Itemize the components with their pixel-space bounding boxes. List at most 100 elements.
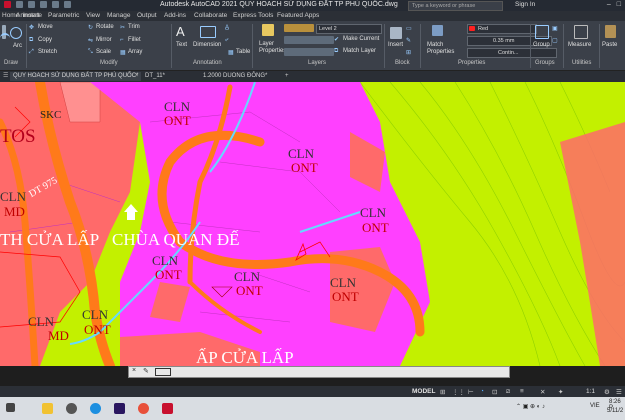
edge-browser-icon[interactable] — [90, 403, 101, 414]
dimension-icon[interactable] — [200, 26, 216, 38]
premiere-icon[interactable] — [114, 403, 125, 414]
stretch-button[interactable]: Stretch — [38, 49, 57, 55]
annotation-scale-icon[interactable]: ✦ — [558, 388, 563, 396]
color-dropdown[interactable]: Red — [467, 24, 537, 34]
text-button[interactable]: Text — [176, 42, 187, 48]
move-button[interactable]: Move — [38, 24, 53, 30]
osnap-icon[interactable]: ⊡ — [492, 388, 497, 396]
file-explorer-icon[interactable] — [42, 403, 53, 414]
add-tab-icon[interactable]: + — [282, 72, 292, 81]
rotate-button[interactable]: Rotate — [96, 24, 114, 30]
place-name-ap-cua-lap: ẤP CỬA LẤP — [196, 348, 294, 366]
clock-date[interactable]: 5/11/2 — [607, 408, 623, 414]
windows-taskbar: ⌃ ▣ ⊕ ◐ ♪ VIE 8:26 P 5/11/2 — [0, 397, 625, 420]
trim-button[interactable]: Trim — [128, 24, 140, 30]
land-label-cln: CLN — [82, 307, 108, 322]
chrome-icon[interactable] — [138, 403, 149, 414]
tray-icons[interactable]: ⌃ ▣ ⊕ ◐ ♪ — [516, 403, 545, 410]
command-close-icon[interactable]: × — [132, 367, 136, 374]
layer-properties-icon[interactable] — [262, 24, 274, 36]
text-icon[interactable]: A — [176, 25, 187, 38]
save-icon[interactable] — [40, 1, 47, 8]
utilities-panel-label[interactable]: Utilities — [572, 60, 591, 66]
tab-parametric[interactable]: Parametric — [48, 12, 79, 19]
arc-icon[interactable] — [0, 33, 10, 43]
copy-button[interactable]: Copy — [38, 37, 52, 43]
block-panel-label[interactable]: Block — [395, 60, 410, 66]
match-layer-button[interactable]: Match Layer — [343, 48, 376, 54]
windows-start-icon[interactable] — [6, 403, 15, 412]
insert-block-icon[interactable] — [390, 27, 402, 39]
dimension-button[interactable]: Dimension — [193, 42, 221, 48]
linetype-dropdown[interactable]: Contin... — [467, 48, 557, 58]
place-name-tos: TOS — [0, 126, 36, 147]
new-file-icon[interactable] — [16, 1, 23, 8]
ribbon: Arc Draw ✥ Move ↻ Rotate ✂ Trim ⧉ Copy ⇋… — [0, 21, 625, 71]
annotation-visibility-icon[interactable]: ✕ — [540, 388, 545, 396]
measure-button[interactable]: Measure — [568, 42, 591, 48]
lineweight-icon[interactable]: ≡ — [520, 388, 524, 395]
app-menu-icon[interactable] — [4, 1, 11, 8]
measure-icon[interactable] — [574, 25, 588, 39]
circle-icon[interactable] — [10, 27, 22, 39]
search-input[interactable]: Type a keyword or phrase — [408, 1, 503, 11]
model-space-toggle[interactable]: MODEL — [412, 388, 435, 395]
tab-annotate[interactable]: Annotate — [16, 12, 42, 19]
customize-icon[interactable]: ☰ — [616, 388, 622, 396]
layer-dropdown[interactable]: Level 2 — [316, 24, 382, 34]
make-current-button[interactable]: Make Current — [343, 36, 379, 42]
arc-button[interactable]: Arc — [13, 43, 22, 49]
tab-add-ins[interactable]: Add-ins — [164, 12, 186, 19]
annotation-panel-label[interactable]: Annotation — [193, 60, 222, 66]
tab-view[interactable]: View — [86, 12, 100, 19]
maximize-icon[interactable]: □ — [617, 1, 621, 8]
paste-icon[interactable] — [605, 25, 616, 38]
fillet-button[interactable]: Fillet — [128, 37, 141, 43]
tab-manage[interactable]: Manage — [107, 12, 131, 19]
tab-collaborate[interactable]: Collaborate — [194, 12, 227, 19]
snap-icon[interactable]: ⋮⋮ — [452, 388, 465, 396]
drawing-canvas[interactable]: SKC CLN ONT CLN ONT CLN ONT CLN ONT CLN … — [0, 82, 625, 366]
doc-tab-quy-hoach[interactable]: QUY HOACH SỬ DỤNG ĐẤT TP PHÚ QUỐC* — [10, 72, 142, 81]
language-indicator[interactable]: VIE — [590, 403, 600, 409]
tab-output[interactable]: Output — [137, 12, 157, 19]
command-line[interactable]: × ✎ — [128, 366, 510, 378]
paste-button[interactable]: Paste — [602, 42, 617, 48]
tab-express-tools[interactable]: Express Tools — [233, 12, 273, 19]
autocad-icon[interactable] — [162, 403, 173, 414]
table-button[interactable]: Table — [236, 49, 250, 55]
array-button[interactable]: Array — [128, 49, 142, 55]
draw-panel-label[interactable]: Draw — [4, 60, 18, 66]
modify-panel-label[interactable]: Modify — [100, 60, 118, 66]
match-properties-button[interactable]: Match Properties — [427, 42, 454, 56]
polar-icon[interactable]: ◔ — [480, 388, 484, 395]
doc-tab-duong-dong[interactable]: 1.2000 DUONG ĐÔNG* — [200, 72, 270, 81]
isodraft-icon[interactable]: ⧄ — [506, 388, 510, 396]
doc-tab-dt11[interactable]: DT_11* — [142, 72, 168, 81]
settings-icon[interactable] — [66, 403, 77, 414]
layer-properties-button[interactable]: Layer Properties — [259, 41, 286, 55]
status-bar: MODEL ⊞ ⋮⋮ ⊢ ◔ ⊡ ⧄ ≡ ✕ ✦ 1:1 ⚙ ☰ — [0, 386, 625, 397]
annotation-scale-value[interactable]: 1:1 — [586, 388, 595, 395]
sign-in-button[interactable]: Sign In — [515, 1, 535, 8]
insert-button[interactable]: Insert — [388, 42, 403, 48]
open-file-icon[interactable] — [28, 1, 35, 8]
minimize-icon[interactable]: – — [607, 1, 611, 8]
redo-icon[interactable] — [64, 1, 71, 8]
properties-panel-label[interactable]: Properties — [458, 60, 485, 66]
layers-panel-label[interactable]: Layers — [308, 60, 326, 66]
land-label-ont: ONT — [291, 160, 318, 175]
match-properties-icon[interactable] — [432, 25, 443, 36]
settings-gear-icon[interactable]: ⚙ — [604, 388, 610, 396]
undo-icon[interactable] — [52, 1, 59, 8]
command-settings-icon[interactable]: ✎ — [143, 367, 149, 375]
ortho-icon[interactable]: ⊢ — [468, 388, 474, 396]
scale-button[interactable]: Scale — [96, 49, 111, 55]
groups-panel-label[interactable]: Groups — [535, 60, 555, 66]
grid-icon[interactable]: ⊞ — [440, 388, 445, 396]
group-icon[interactable] — [535, 25, 549, 39]
tab-featured-apps[interactable]: Featured Apps — [277, 12, 319, 19]
mirror-button[interactable]: Mirror — [96, 37, 112, 43]
command-input-icon[interactable] — [155, 368, 171, 376]
group-button[interactable]: Group — [533, 42, 550, 48]
